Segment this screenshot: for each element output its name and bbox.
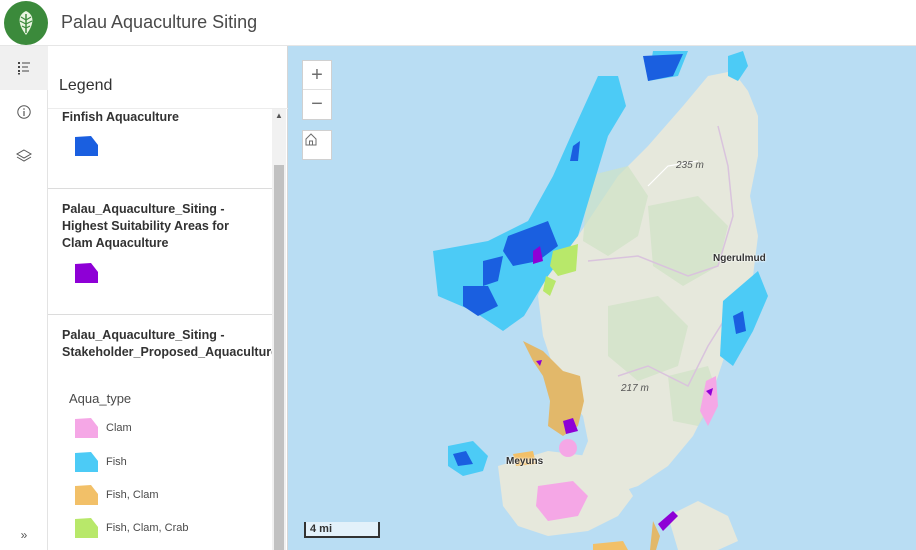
info-icon — [17, 105, 31, 119]
legend-list[interactable]: Finfish Aquaculture Palau_Aquaculture_Si… — [48, 109, 272, 550]
legend-class-fish: Fish — [74, 450, 127, 474]
zoom-control: + − — [302, 60, 332, 120]
layer-separator — [48, 188, 272, 189]
legend-scrollbar[interactable]: ▲ — [272, 109, 286, 550]
legend-class-clam: Clam — [74, 416, 132, 440]
elevation-label: 235 m — [676, 160, 704, 171]
zoom-in-button[interactable]: + — [303, 61, 331, 90]
layer-title-stakeholder-areas: Palau_Aquaculture_Siting - Stakeholder_P… — [62, 328, 272, 359]
legend-class-label: Fish, Clam, Crab — [106, 522, 189, 534]
home-icon — [305, 133, 317, 146]
place-label-ngerulmud: Ngerulmud — [713, 253, 766, 264]
leaf-logo-icon — [4, 0, 48, 45]
info-button[interactable] — [0, 90, 48, 134]
island-land — [668, 501, 738, 550]
fish-clam-symbol — [75, 485, 98, 505]
map-view[interactable]: 235 m 217 m Ngerulmud Meyuns + − 4 mi — [288, 46, 916, 550]
layers-icon — [16, 149, 32, 162]
finfish-symbol — [75, 136, 98, 156]
app-header: Palau Aquaculture Siting — [0, 0, 916, 46]
app-title: Palau Aquaculture Siting — [61, 12, 258, 32]
legend-class-label: Fish — [106, 456, 127, 468]
clam-suitability-symbol — [75, 263, 98, 283]
elevation-label: 217 m — [621, 383, 649, 394]
legend-class-label: Clam — [106, 422, 132, 434]
scrollbar-thumb[interactable] — [274, 165, 284, 550]
legend-icon — [18, 62, 30, 75]
scroll-up-arrow-icon[interactable]: ▲ — [272, 109, 286, 123]
legend-class-fish-clam-crab: Fish, Clam, Crab — [74, 516, 189, 540]
clam-area — [559, 439, 577, 457]
fish-area — [728, 51, 748, 81]
field-title: Aqua_type — [69, 391, 132, 406]
map-canvas — [433, 51, 768, 550]
legend-button[interactable] — [0, 46, 48, 90]
fish-clam-area — [593, 541, 628, 550]
place-label-meyuns: Meyuns — [506, 456, 544, 467]
home-button[interactable] — [302, 130, 332, 160]
legend-title: Legend — [59, 77, 113, 94]
fish-clam-area — [650, 521, 660, 550]
layer-title-clam-suitability: Palau_Aquaculture_Siting - Highest Suita… — [62, 202, 229, 250]
expand-rail-button[interactable]: » — [0, 528, 48, 548]
legend-class-label: Fish, Clam — [106, 489, 159, 501]
layer-separator — [48, 314, 272, 315]
scale-bar: 4 mi — [304, 522, 380, 538]
fish-clam-crab-symbol — [75, 518, 98, 538]
layers-button[interactable] — [0, 134, 48, 178]
clam-symbol — [75, 418, 98, 438]
zoom-out-button[interactable]: − — [303, 90, 331, 119]
legend-class-fish-clam: Fish, Clam — [74, 483, 159, 507]
fish-symbol — [75, 452, 98, 472]
side-rail: » — [0, 46, 48, 550]
legend-panel: Legend Finfish Aquaculture Palau_Aquacul… — [48, 46, 288, 550]
layer-title-finfish: Finfish Aquaculture — [62, 110, 179, 124]
